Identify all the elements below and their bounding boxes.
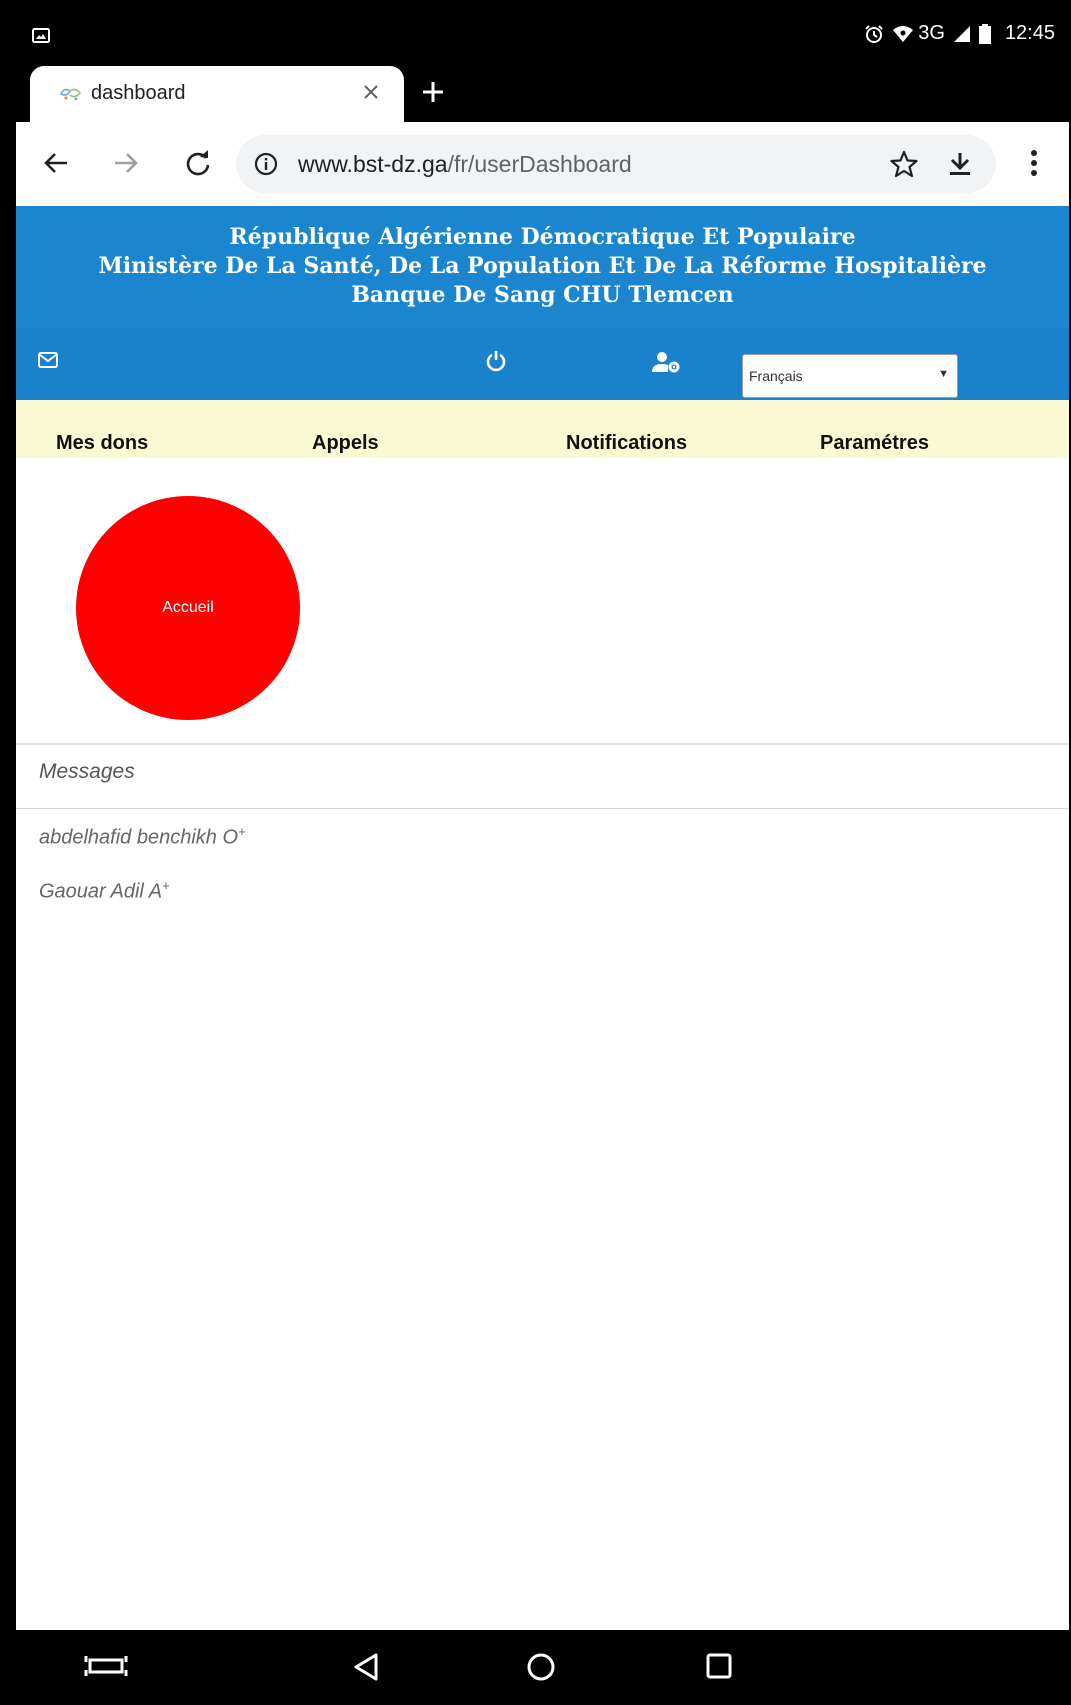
wifi-vpn-icon	[893, 25, 914, 42]
image-icon	[32, 28, 50, 43]
system-nav-bar	[16, 1630, 1069, 1705]
back-icon[interactable]	[42, 149, 70, 177]
message-item[interactable]: Gaouar Adil A+	[39, 878, 170, 904]
messages-heading: Messages	[39, 760, 135, 783]
message-sender: Gaouar Adil A	[39, 880, 163, 903]
battery-icon	[978, 23, 991, 44]
recents-nav-icon[interactable]	[706, 1652, 732, 1680]
status-right: 3G 12:45	[864, 22, 1055, 45]
divider	[16, 808, 1069, 809]
screen-pin-icon[interactable]	[84, 1652, 128, 1680]
home-label: Accueil	[162, 599, 214, 616]
divider	[16, 743, 1069, 745]
menu-item-mes-dons[interactable]: Mes dons	[56, 432, 148, 455]
main-menu: Mes dons Appels Notifications Paramétres	[16, 400, 1069, 458]
power-icon[interactable]	[486, 350, 506, 372]
close-icon[interactable]	[362, 83, 380, 101]
browser-tab[interactable]: dashboard	[30, 66, 404, 122]
banner-line-2: Ministère De La Santé, De La Population …	[98, 253, 987, 279]
url-text[interactable]: www.bst-dz.ga/fr/userDashboard	[298, 151, 632, 178]
status-bar: 3G 12:45	[16, 10, 1069, 58]
site-banner: République Algérienne Démocratique Et Po…	[16, 206, 1069, 328]
home-button[interactable]: Accueil	[76, 496, 300, 720]
network-type: 3G	[918, 22, 945, 44]
message-sender: abdelhafid benchikh O	[39, 826, 239, 849]
signal-icon	[953, 25, 970, 42]
blood-type-sign: +	[238, 824, 246, 839]
browser-toolbar: www.bst-dz.ga/fr/userDashboard	[16, 122, 1069, 207]
clock: 12:45	[1004, 22, 1055, 44]
user-cog-icon[interactable]	[652, 351, 680, 373]
address-bar[interactable]: www.bst-dz.ga/fr/userDashboard	[236, 135, 996, 193]
home-nav-icon[interactable]	[526, 1652, 556, 1682]
icon-nav: Français ▼	[16, 328, 1069, 400]
language-selected: Français	[749, 368, 803, 384]
menu-item-appels[interactable]: Appels	[312, 432, 379, 455]
url-domain: www.bst-dz.ga	[298, 151, 448, 177]
banner-line-1: République Algérienne Démocratique Et Po…	[229, 224, 856, 250]
forward-icon[interactable]	[112, 149, 140, 177]
star-icon[interactable]	[890, 150, 918, 178]
menu-item-parametres[interactable]: Paramétres	[820, 432, 929, 455]
language-select[interactable]: Français ▼	[742, 354, 958, 398]
device-screen: 3G 12:45 dashboard www.bst-dz.ga/fr/user…	[16, 10, 1069, 1705]
more-icon[interactable]	[1030, 150, 1038, 176]
envelope-icon[interactable]	[38, 352, 58, 368]
reload-icon[interactable]	[184, 149, 212, 177]
blood-type-sign: +	[162, 878, 170, 893]
menu-item-notifications[interactable]: Notifications	[566, 432, 687, 455]
back-nav-icon[interactable]	[352, 1652, 380, 1682]
info-icon[interactable]	[254, 152, 278, 176]
download-icon[interactable]	[948, 151, 972, 177]
chevron-down-icon: ▼	[938, 368, 949, 380]
banner-line-3: Banque De Sang CHU Tlemcen	[351, 282, 734, 308]
site-favicon	[59, 88, 82, 101]
new-tab-icon[interactable]	[422, 81, 444, 103]
message-item[interactable]: abdelhafid benchikh O+	[39, 824, 246, 850]
tab-strip: dashboard	[16, 58, 1069, 122]
url-path: /fr/userDashboard	[447, 151, 632, 177]
alarm-icon	[865, 24, 883, 43]
tab-title: dashboard	[91, 82, 186, 104]
